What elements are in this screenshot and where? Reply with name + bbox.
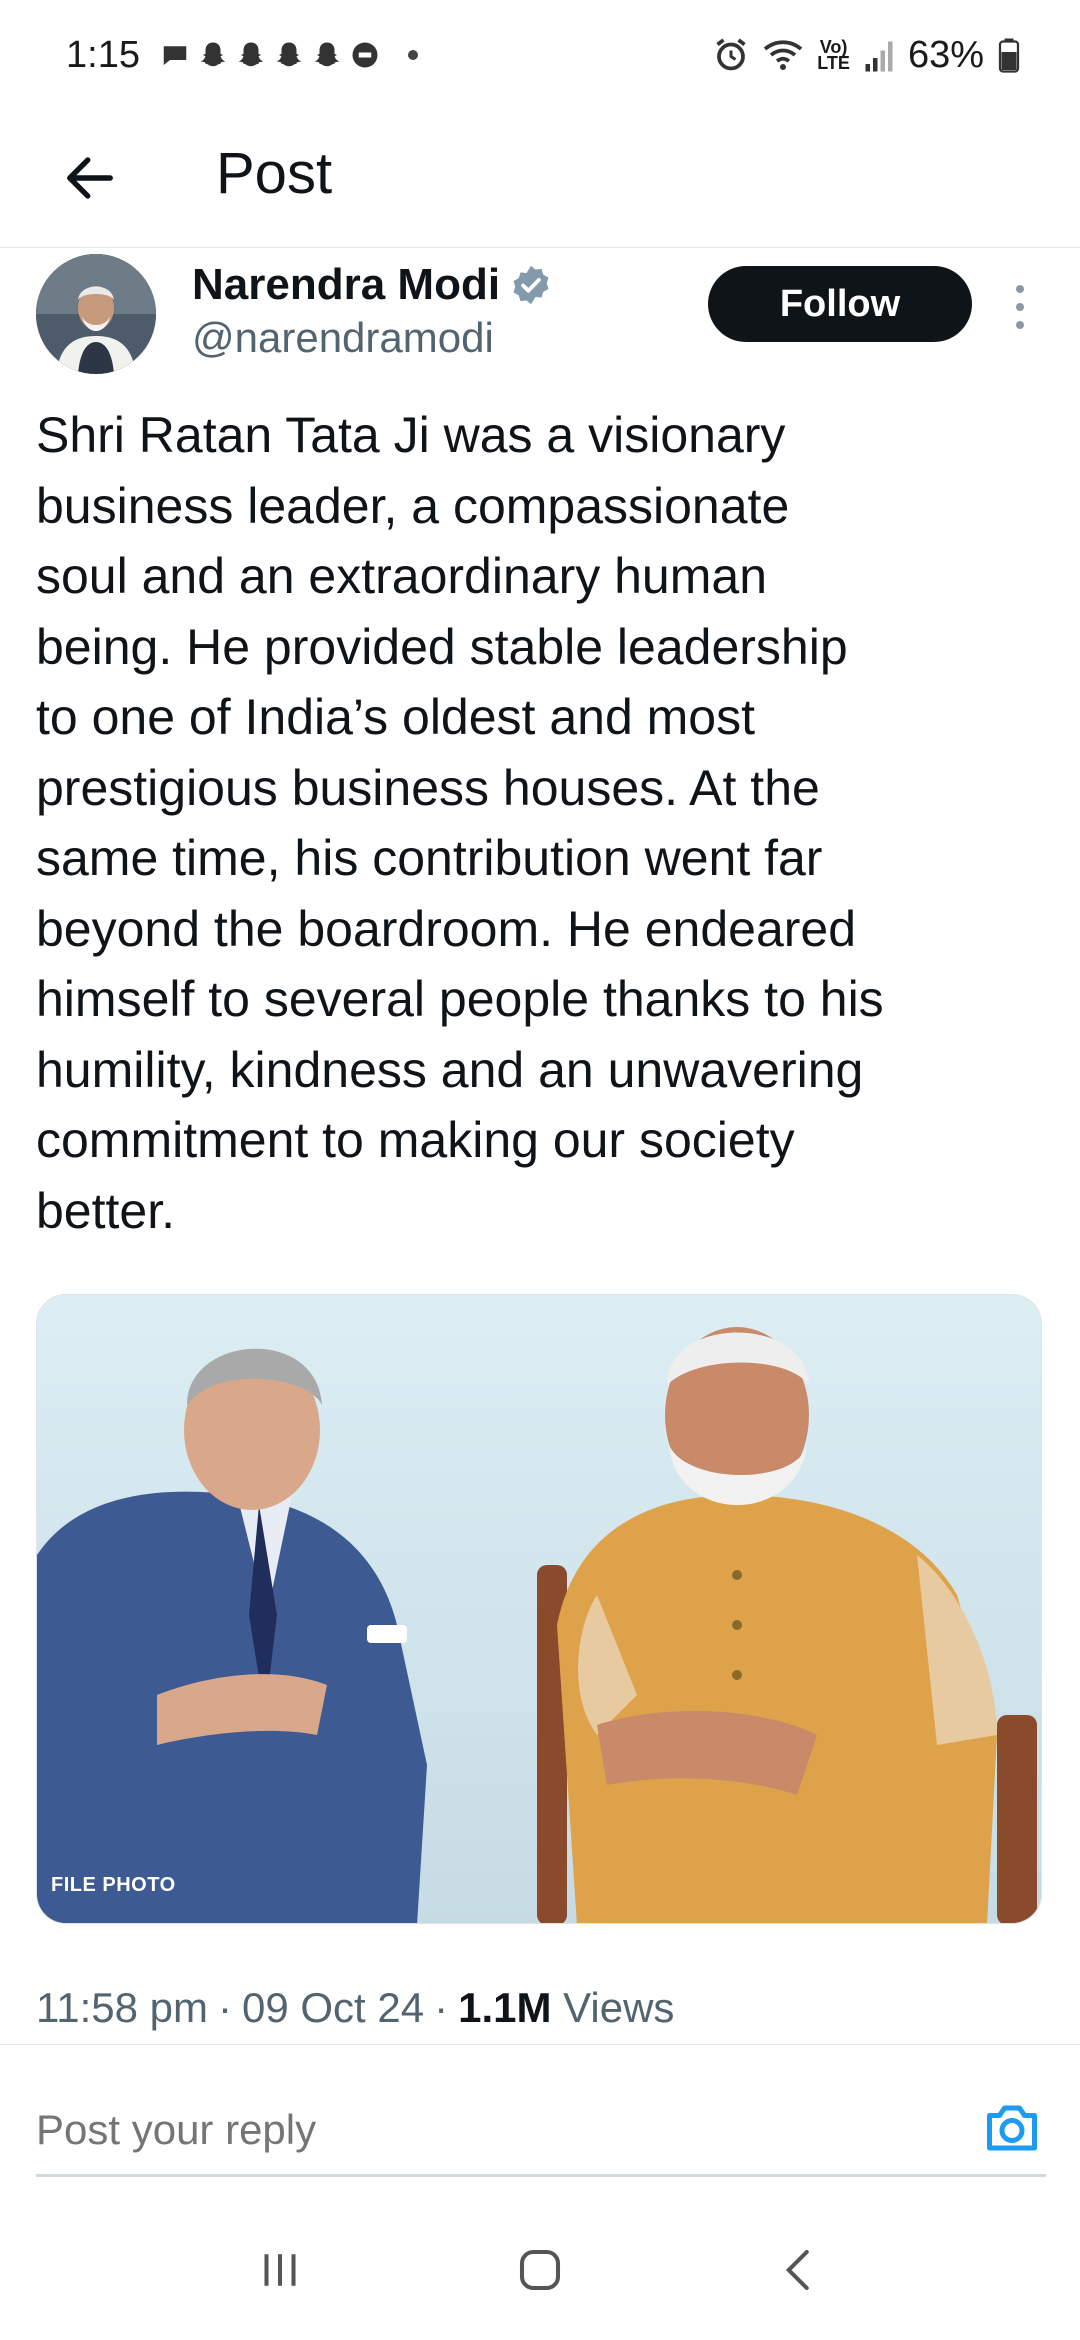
- back-button[interactable]: [50, 138, 130, 218]
- alarm-icon: [716, 38, 746, 71]
- media-caption: FILE PHOTO: [51, 1874, 176, 1896]
- more-notifications-dot: [407, 50, 418, 60]
- messages-icon: [163, 46, 187, 65]
- recents-button[interactable]: [235, 2225, 325, 2315]
- app-header: Post: [0, 110, 1080, 248]
- status-right: Vo) LTE 63%: [713, 34, 1020, 77]
- post-meta: 11:58 pm · 09 Oct 24 · 1.1M Views: [36, 1984, 674, 2032]
- wifi-icon: [764, 40, 803, 70]
- post-date: 09 Oct 24: [242, 1984, 425, 2031]
- chevron-left-icon: [785, 2249, 809, 2291]
- follow-button[interactable]: Follow: [708, 266, 972, 342]
- home-icon: [519, 2249, 561, 2291]
- battery-percent: 63%: [907, 33, 984, 76]
- views-count: 1.1M: [458, 1984, 552, 2031]
- verified-badge-icon[interactable]: [510, 264, 552, 306]
- signal-icon: [865, 41, 893, 72]
- system-nav-bar: [0, 2200, 1080, 2340]
- snapchat-icon: [314, 42, 340, 67]
- status-time: 1:15: [66, 33, 140, 76]
- arrow-left-icon: [67, 157, 113, 199]
- camera-icon[interactable]: [982, 2098, 1042, 2158]
- post-time: 11:58 pm: [36, 1984, 208, 2031]
- reply-underline: [36, 2174, 1046, 2177]
- avatar[interactable]: [36, 254, 156, 374]
- volte-icon: Vo) LTE: [817, 37, 850, 73]
- author-handle[interactable]: @narendramodi: [192, 314, 494, 362]
- snapchat-icon: [238, 42, 264, 67]
- author-name-row: Narendra Modi: [192, 260, 552, 310]
- reply-bar: [36, 2090, 1046, 2170]
- battery-icon: [998, 38, 1020, 73]
- more-options-button[interactable]: [1000, 272, 1040, 342]
- post-text: Shri Ratan Tata Ji was a visionary busin…: [36, 407, 884, 1239]
- views-label: Views: [563, 1984, 675, 2031]
- post-author: Narendra Modi @narendramodi Follow: [0, 254, 1080, 384]
- status-bar: 1:15 Vo) LTE 63%: [0, 0, 1080, 110]
- author-name[interactable]: Narendra Modi: [192, 260, 500, 310]
- post-image[interactable]: FILE PHOTO: [36, 1294, 1042, 1924]
- divider: [0, 2044, 1080, 2045]
- reply-input[interactable]: [36, 2106, 936, 2154]
- more-dot-icon: [1016, 285, 1024, 293]
- author-photo: [36, 254, 156, 374]
- snapchat-icon: [276, 42, 302, 67]
- more-dot-icon: [1016, 303, 1024, 311]
- snapchat-icon: [200, 42, 226, 67]
- home-button[interactable]: [495, 2225, 585, 2315]
- news-icon: [352, 42, 378, 68]
- back-nav-button[interactable]: [755, 2225, 845, 2315]
- photo-illustration: [37, 1295, 1041, 1923]
- meta-separator: ·: [218, 1984, 232, 2031]
- page-title: Post: [216, 141, 333, 206]
- views-link[interactable]: 1.1M Views: [458, 1984, 674, 2032]
- more-dot-icon: [1016, 321, 1024, 329]
- meta-separator: ·: [434, 1984, 449, 2031]
- recents-icon: [264, 2254, 296, 2286]
- status-left: 1:15: [66, 34, 418, 77]
